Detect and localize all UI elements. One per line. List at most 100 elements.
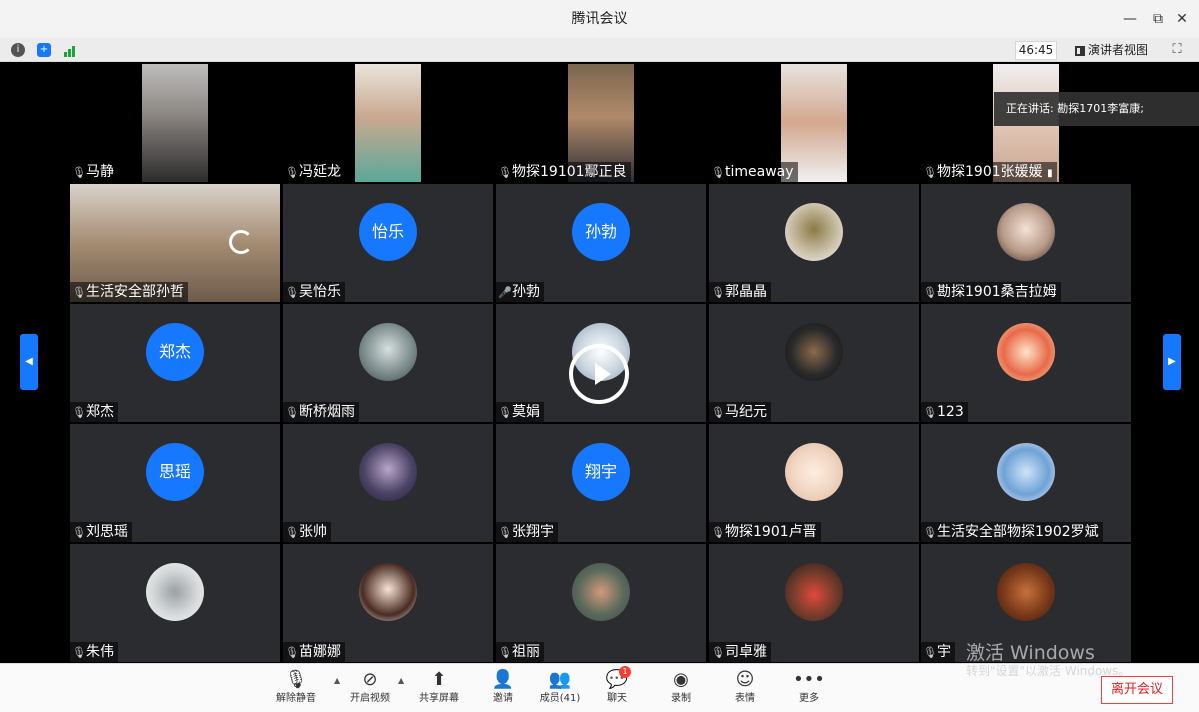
- window-title: 腾讯会议: [571, 11, 628, 27]
- mic-muted-icon: 🎙: [711, 286, 725, 299]
- participant-name: 🎤孙勃: [496, 282, 544, 302]
- participant-tile[interactable]: 🎙物探1901卢晋: [709, 424, 919, 542]
- participant-tile[interactable]: 🎙123: [921, 304, 1131, 422]
- participant-tile[interactable]: 🎙马静: [70, 64, 280, 182]
- video-off-icon: ⊘: [362, 669, 378, 690]
- record-icon: ◉: [673, 669, 689, 690]
- participant-name: 🎙物探1901张媛媛 ▮: [921, 162, 1057, 182]
- mic-muted-icon: 🎙: [711, 406, 725, 419]
- mic-muted-icon: 🎙: [72, 406, 86, 419]
- participant-tile[interactable]: 🎙司卓雅: [709, 544, 919, 662]
- next-page-button[interactable]: ▶: [1163, 334, 1181, 390]
- participant-name: 🎙郭晶晶: [709, 282, 771, 302]
- mic-muted-icon: 🎙: [498, 406, 512, 419]
- close-button[interactable]: ✕: [1165, 0, 1199, 38]
- participant-name: 🎙timeaway: [709, 162, 798, 182]
- avatar: [785, 563, 843, 621]
- participant-name: 🎙张帅: [283, 522, 331, 542]
- loading-spinner-icon: [229, 230, 253, 254]
- participant-tile[interactable]: 🎙冯延龙: [283, 64, 493, 182]
- active-speaker-indicator: 正在讲话: 勘探1701李富康;: [994, 92, 1199, 126]
- video-options-caret-icon[interactable]: ▲: [398, 676, 404, 685]
- avatar: [997, 203, 1055, 261]
- participant-tile[interactable]: 🎙郭晶晶: [709, 184, 919, 302]
- participant-tile[interactable]: 怡乐 🎙吴怡乐: [283, 184, 493, 302]
- mic-muted-icon: 🎙: [72, 286, 86, 299]
- participant-name: 🎙朱伟: [70, 642, 118, 662]
- participant-tile[interactable]: 翔宇 🎙张翔宇: [496, 424, 706, 542]
- mic-muted-icon: 🎙: [923, 646, 937, 659]
- members-button[interactable]: 👥 成员(41): [530, 668, 590, 706]
- fullscreen-icon[interactable]: ⛶: [1168, 41, 1186, 59]
- shield-icon[interactable]: +: [37, 43, 51, 57]
- participant-name: 🎙123: [921, 402, 968, 422]
- participant-name: 🎙吴怡乐: [283, 282, 345, 302]
- participant-tile[interactable]: 🎙生活安全部孙哲: [70, 184, 280, 302]
- avatar: 怡乐: [359, 203, 417, 261]
- unmute-button[interactable]: 🎙 解除静音: [266, 668, 326, 706]
- participant-tile[interactable]: 🎙timeaway: [709, 64, 919, 182]
- add-user-icon: 👤: [491, 669, 515, 690]
- mic-muted-icon: 🎙: [711, 526, 725, 539]
- participant-tile[interactable]: 🎙苗娜娜: [283, 544, 493, 662]
- invite-button[interactable]: 👤 邀请: [473, 668, 533, 706]
- participant-name: 🎙刘思瑶: [70, 522, 132, 542]
- participant-tile[interactable]: 🎙马纪元: [709, 304, 919, 422]
- mic-muted-icon: 🎙: [711, 166, 725, 179]
- info-icon[interactable]: i: [11, 43, 25, 57]
- emoji-button[interactable]: ☺ 表情: [715, 668, 775, 706]
- start-video-button[interactable]: ⊘ 开启视频: [340, 668, 400, 706]
- avatar: [359, 443, 417, 501]
- avatar: 思瑶: [146, 443, 204, 501]
- more-icon: •••: [793, 669, 825, 690]
- participant-tile[interactable]: 🎙朱伟: [70, 544, 280, 662]
- avatar: [785, 323, 843, 381]
- presenter-view-label: 演讲者视图: [1088, 43, 1149, 57]
- signal-icon[interactable]: [63, 43, 77, 57]
- participant-tile[interactable]: 🎙断桥烟雨: [283, 304, 493, 422]
- avatar: [785, 443, 843, 501]
- participant-name: 🎙断桥烟雨: [283, 402, 359, 422]
- participant-name: 🎙物探1901卢晋: [709, 522, 821, 542]
- share-screen-button[interactable]: ⬆ 共享屏幕: [409, 668, 469, 706]
- mic-muted-icon: 🎙: [498, 166, 512, 179]
- participant-tile[interactable]: 🎙物探19101鄢正良: [496, 64, 706, 182]
- more-button[interactable]: ••• 更多: [779, 668, 839, 706]
- presenter-view-button[interactable]: 演讲者视图: [1075, 41, 1148, 59]
- participant-tile[interactable]: 🎙张帅: [283, 424, 493, 542]
- participant-name: 🎙司卓雅: [709, 642, 771, 662]
- record-button[interactable]: ◉ 录制: [651, 668, 711, 706]
- avatar: [997, 323, 1055, 381]
- mic-muted-icon: 🎙: [285, 526, 299, 539]
- participant-tile[interactable]: 🎙祖丽: [496, 544, 706, 662]
- avatar: [359, 323, 417, 381]
- participant-name: 🎙祖丽: [496, 642, 544, 662]
- participant-tile[interactable]: 🎙生活安全部物探1902罗斌: [921, 424, 1131, 542]
- leave-meeting-button[interactable]: 离开会议: [1101, 676, 1173, 704]
- participant-tile[interactable]: 🎙勘探1901桑吉拉姆: [921, 184, 1131, 302]
- avatar: [997, 443, 1055, 501]
- mic-muted-icon: 🎙: [285, 286, 299, 299]
- participant-name: 🎙张翔宇: [496, 522, 558, 542]
- activation-watermark: 激活 Windows: [966, 642, 1095, 664]
- avatar: 孙勃: [572, 203, 630, 261]
- avatar: [146, 563, 204, 621]
- video-feed: [355, 64, 421, 182]
- mic-icon: 🎤: [498, 286, 512, 299]
- participant-tile[interactable]: 孙勃 🎤孙勃: [496, 184, 706, 302]
- participant-name: 🎙宇: [921, 642, 955, 662]
- prev-page-button[interactable]: ◀: [20, 334, 38, 390]
- mic-muted-icon: 🎙: [711, 646, 725, 659]
- video-feed: [142, 64, 208, 182]
- mic-muted-icon: 🎙: [923, 166, 937, 179]
- participant-name: 🎙莫娟: [496, 402, 544, 422]
- meeting-timer: 46:45: [1015, 41, 1057, 60]
- participant-tile[interactable]: 郑杰 🎙郑杰: [70, 304, 280, 422]
- mic-muted-icon: 🎙: [285, 166, 299, 179]
- participant-tile[interactable]: 思瑶 🎙刘思瑶: [70, 424, 280, 542]
- chat-icon: 💬 1: [587, 666, 647, 692]
- avatar: [997, 563, 1055, 621]
- chat-button[interactable]: 💬 1 聊天: [587, 666, 647, 706]
- play-button-icon[interactable]: [569, 344, 629, 404]
- mic-muted-icon: 🎙: [923, 286, 937, 299]
